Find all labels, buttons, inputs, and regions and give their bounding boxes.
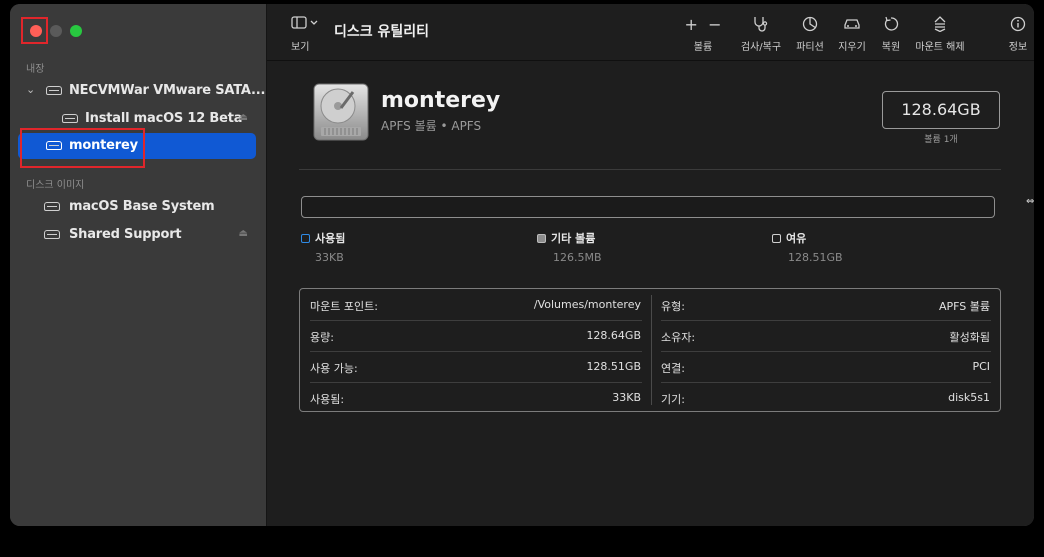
sidebar-item-label: Install macOS 12 Beta [85,111,243,126]
info-value: disk5s1 [948,391,990,404]
other-volumes-swatch [537,234,546,243]
legend-free: 여유 128.51GB [772,230,843,264]
minimize-window-button[interactable] [50,25,62,37]
erase-button[interactable]: 지우기 [833,16,871,53]
partition-button[interactable]: 파티션 [791,16,829,53]
close-button-highlight [21,17,48,44]
legend-label: 기타 볼륨 [551,232,596,245]
view-label: 보기 [291,42,310,53]
pie-chart-icon [791,16,829,34]
first-aid-label: 검사/복구 [740,42,782,53]
capacity-box: 128.64GB [882,91,1000,129]
disk-utility-window: 내장 ⌄ NECVMWar VMware SATA... Install mac… [10,4,1034,526]
info-row-capacity: 용량: 128.64GB [300,320,651,351]
info-key: 용량: [310,331,334,344]
info-row-available: 사용 가능: 128.51GB [300,351,651,382]
free-swatch [772,234,781,243]
info-key: 사용 가능: [310,362,358,375]
main-panel: 보기 디스크 유틸리티 + − 볼륨 검사/복구 파티션 지우기 복원 마운트 … [267,4,1034,526]
info-row-connection: 연결: PCI [651,351,1000,382]
info-key: 소유자: [661,331,696,344]
section-label-disk-images: 디스크 이미지 [26,180,85,191]
erase-label: 지우기 [838,42,866,53]
eject-icon[interactable]: ⏏ [239,228,248,239]
info-key: 마운트 포인트: [310,300,378,313]
toolbar: 보기 디스크 유틸리티 + − 볼륨 검사/복구 파티션 지우기 복원 마운트 … [267,4,1034,61]
chevron-down-icon[interactable]: ⌄ [26,83,35,96]
legend-label: 여유 [786,232,807,245]
drive-icon [44,230,60,239]
used-swatch [301,234,310,243]
info-row-mount-point: 마운트 포인트: /Volumes/monterey [300,289,651,320]
restore-label: 복원 [881,42,901,53]
monterey-item-highlight [20,128,145,168]
sidebar-item-macos-base-system[interactable]: macOS Base System [18,194,256,220]
internal-drive-icon [311,82,371,142]
info-key: 유형: [661,300,685,313]
volume-button[interactable]: + − 볼륨 [679,15,727,54]
info-button[interactable]: 정보 [1003,16,1033,53]
stethoscope-icon [735,16,787,34]
info-value: PCI [972,360,990,373]
info-value: 33KB [612,391,641,404]
info-row-type: 유형: APFS 볼륨 [651,289,1000,320]
info-key: 연결: [661,362,685,375]
info-key: 사용됨: [310,393,345,406]
partition-label: 파티션 [796,42,824,53]
legend-other-volumes: 기타 볼륨 126.5MB [537,230,602,264]
restore-button[interactable]: 복원 [875,16,907,53]
volume-label: 볼륨 [693,42,713,53]
info-value: /Volumes/monterey [533,298,641,311]
capacity-subtitle: 볼륨 1개 [924,135,958,145]
info-key: 기기: [661,393,685,406]
legend-value: 126.5MB [553,251,602,264]
app-title: 디스크 유틸리티 [334,24,430,40]
info-row-owners: 소유자: 활성화됨 [651,320,1000,351]
drive-icon [44,202,60,211]
volume-subtitle: APFS 볼륨 • APFS [381,119,482,133]
sidebar-item-vmware-disk[interactable]: ⌄ NECVMWar VMware SATA... [18,78,265,104]
info-value: 128.51GB [586,360,641,373]
resize-cursor-icon: ⇔ [1026,196,1035,207]
add-remove-volume-icon: + − [684,15,722,34]
info-row-used: 사용됨: 33KB [300,382,651,413]
info-label: 정보 [1008,42,1028,53]
volume-icon [62,114,78,123]
drive-icon [46,86,62,95]
unmount-icon [911,16,969,34]
eject-icon[interactable]: ⏏ [239,112,248,123]
info-value: 128.64GB [586,329,641,342]
section-label-internal: 내장 [26,64,45,75]
unmount-button[interactable]: 마운트 해제 [911,16,969,53]
usage-bar [301,196,995,218]
legend-value: 128.51GB [788,251,843,264]
sidebar-item-label: Shared Support [69,227,182,242]
restore-arrow-icon [875,16,907,34]
info-row-device: 기기: disk5s1 [651,382,1000,413]
info-value: 활성화됨 [949,331,990,344]
header-divider [299,169,1001,170]
car-erase-icon [833,16,871,34]
sidebar-item-label: NECVMWar VMware SATA... [69,83,266,98]
sidebar-item-shared-support[interactable]: Shared Support ⏏ [18,222,256,248]
volume-info-table: 마운트 포인트: /Volumes/monterey 용량: 128.64GB … [299,288,1001,412]
legend-label: 사용됨 [315,232,346,245]
volume-name: monterey [381,88,501,113]
sidebar-toggle-icon [291,16,321,34]
info-value: APFS 볼륨 [938,300,990,313]
maximize-window-button[interactable] [70,25,82,37]
legend-value: 33KB [315,251,344,264]
first-aid-button[interactable]: 검사/복구 [735,16,787,53]
unmount-label: 마운트 해제 [915,42,965,53]
sidebar-item-label: macOS Base System [69,199,215,214]
info-icon [1003,16,1033,34]
view-button[interactable]: 보기 [291,16,321,53]
sidebar: 내장 ⌄ NECVMWar VMware SATA... Install mac… [10,4,267,526]
legend-used: 사용됨 33KB [301,230,346,264]
